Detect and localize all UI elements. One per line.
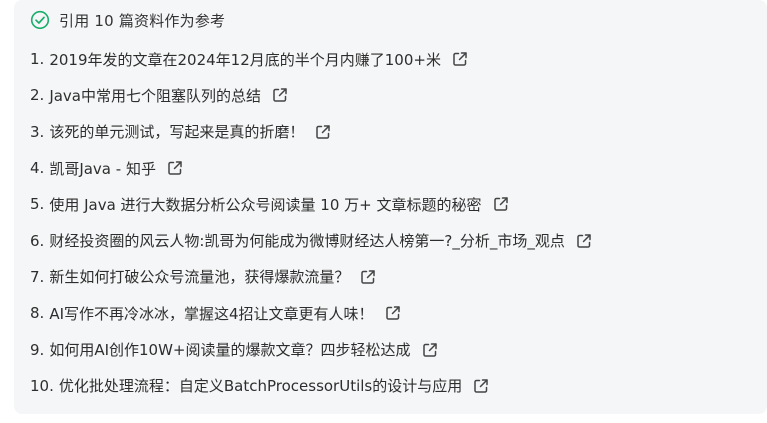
reference-link[interactable]: 2. Java中常用七个阻塞队列的总结 <box>30 85 261 106</box>
reference-item: 3. 该死的单元测试，写起来是真的折磨！ <box>30 114 593 150</box>
reference-list: 1. 2019年发的文章在2024年12月底的半个月内赚了100+米 2. Java中… <box>30 41 593 404</box>
reference-title: 如何用AI创作10W+阅读量的爆款文章？四步轻松达成 <box>49 341 411 360</box>
check-circle-icon <box>30 10 50 30</box>
reference-link[interactable]: 7. 新生如何打破公众号流量池，获得爆款流量？ <box>30 266 349 287</box>
reference-number: 10. <box>30 376 54 395</box>
reference-title: 该死的单元测试，写起来是真的折磨！ <box>49 123 305 142</box>
external-link-icon[interactable] <box>271 86 289 104</box>
reference-link[interactable]: 6. 财经投资圈的风云人物:凯哥为何能成为微博财经达人榜第一?_分析_市场_观点 <box>30 230 565 251</box>
reference-link[interactable]: 1. 2019年发的文章在2024年12月底的半个月内赚了100+米 <box>30 49 441 70</box>
reference-link[interactable]: 5. 使用 Java 进行大数据分析公众号阅读量 10 万+ 文章标题的秘密 <box>30 194 482 215</box>
reference-number: 6. <box>30 231 45 250</box>
reference-item: 10. 优化批处理流程：自定义BatchProcessorUtils的设计与应用 <box>30 368 593 404</box>
reference-link[interactable]: 9. 如何用AI创作10W+阅读量的爆款文章？四步轻松达成 <box>30 339 411 360</box>
reference-title: 凯哥Java - 知乎 <box>49 159 156 178</box>
reference-item: 9. 如何用AI创作10W+阅读量的爆款文章？四步轻松达成 <box>30 331 593 367</box>
references-header-text: 引用 10 篇资料作为参考 <box>59 11 226 30</box>
reference-item: 6. 财经投资圈的风云人物:凯哥为何能成为微博财经达人榜第一?_分析_市场_观点 <box>30 222 593 258</box>
external-link-icon[interactable] <box>575 232 593 250</box>
external-link-icon[interactable] <box>314 123 332 141</box>
reference-item: 2. Java中常用七个阻塞队列的总结 <box>30 77 593 113</box>
external-link-icon[interactable] <box>166 159 184 177</box>
reference-item: 4. 凯哥Java - 知乎 <box>30 150 593 186</box>
references-panel: 引用 10 篇资料作为参考 1. 2019年发的文章在2024年12月底的半个月内… <box>14 0 767 414</box>
reference-title: 财经投资圈的风云人物:凯哥为何能成为微博财经达人榜第一?_分析_市场_观点 <box>49 232 565 251</box>
reference-link[interactable]: 4. 凯哥Java - 知乎 <box>30 158 156 179</box>
reference-title: AI写作不再冷冰冰，掌握这4招让文章更有人味！ <box>49 304 374 323</box>
external-link-icon[interactable] <box>359 268 377 286</box>
reference-number: 3. <box>30 122 45 141</box>
external-link-icon[interactable] <box>492 195 510 213</box>
reference-number: 1. <box>30 50 45 69</box>
reference-item: 8. AI写作不再冷冰冰，掌握这4招让文章更有人味！ <box>30 295 593 331</box>
reference-title: 使用 Java 进行大数据分析公众号阅读量 10 万+ 文章标题的秘密 <box>49 195 482 214</box>
reference-number: 7. <box>30 267 45 286</box>
external-link-icon[interactable] <box>451 50 469 68</box>
reference-title: 优化批处理流程：自定义BatchProcessorUtils的设计与应用 <box>58 377 463 396</box>
reference-link[interactable]: 3. 该死的单元测试，写起来是真的折磨！ <box>30 121 304 142</box>
reference-number: 8. <box>30 304 45 323</box>
references-header[interactable]: 引用 10 篇资料作为参考 <box>30 9 225 31</box>
external-link-icon[interactable] <box>472 377 490 395</box>
reference-number: 2. <box>30 86 45 105</box>
external-link-icon[interactable] <box>384 304 402 322</box>
reference-title: Java中常用七个阻塞队列的总结 <box>49 86 261 105</box>
reference-item: 1. 2019年发的文章在2024年12月底的半个月内赚了100+米 <box>30 41 593 77</box>
reference-link[interactable]: 8. AI写作不再冷冰冰，掌握这4招让文章更有人味！ <box>30 303 374 324</box>
reference-number: 5. <box>30 195 45 214</box>
reference-number: 9. <box>30 340 45 359</box>
reference-item: 5. 使用 Java 进行大数据分析公众号阅读量 10 万+ 文章标题的秘密 <box>30 186 593 222</box>
reference-number: 4. <box>30 159 45 178</box>
reference-title: 2019年发的文章在2024年12月底的半个月内赚了100+米 <box>49 50 441 69</box>
reference-item: 7. 新生如何打破公众号流量池，获得爆款流量？ <box>30 259 593 295</box>
reference-title: 新生如何打破公众号流量池，获得爆款流量？ <box>49 268 350 287</box>
reference-link[interactable]: 10. 优化批处理流程：自定义BatchProcessorUtils的设计与应用 <box>30 375 462 396</box>
external-link-icon[interactable] <box>421 341 439 359</box>
